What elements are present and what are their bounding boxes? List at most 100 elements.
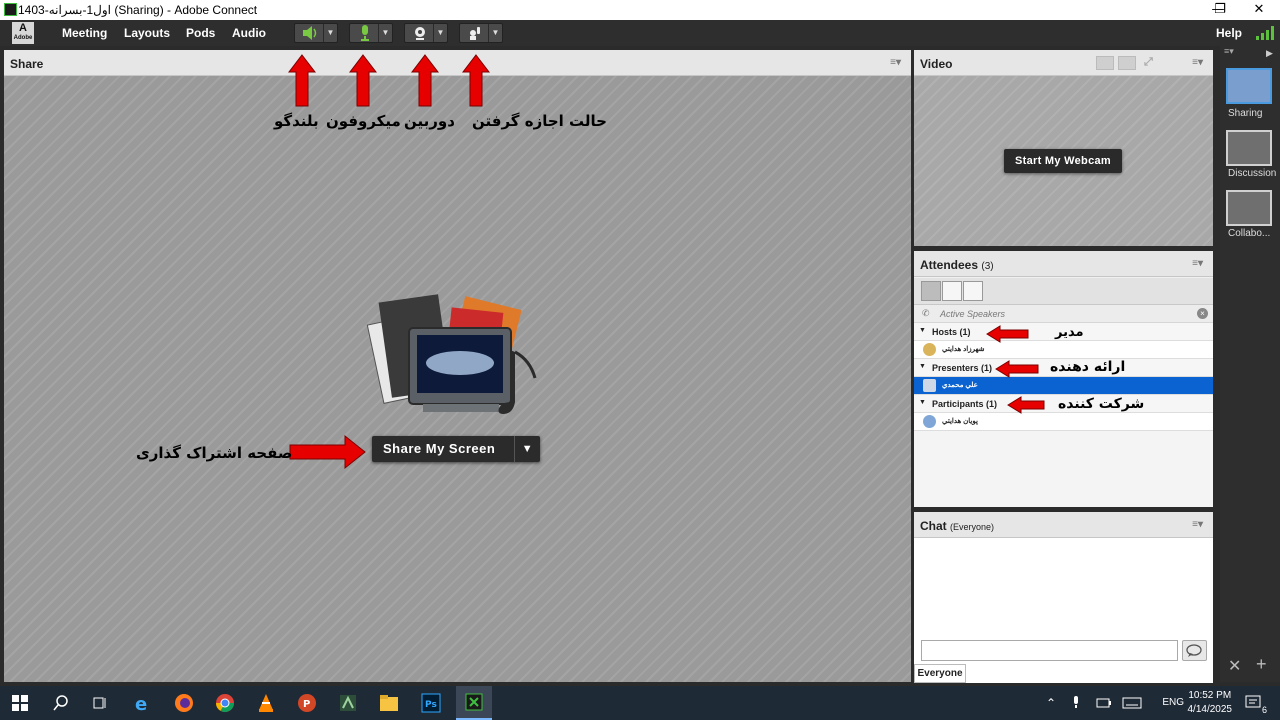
grid-view-icon[interactable] [1096,56,1114,70]
annotation-share-screen: صفحه اشتراک گذاری [136,444,293,462]
video-pod-header: Video ⤢ ≡▾ [914,50,1213,76]
raise-hand-status[interactable]: ▼ [459,23,503,43]
status-dropdown[interactable]: ▼ [488,24,502,42]
collapse-icon: ▼ [919,399,926,406]
pod-menu-icon[interactable]: ≡▾ [1192,519,1203,530]
microphone-toggle[interactable]: ▼ [349,23,393,43]
active-speakers-bar: ✆ Active Speakers × [914,305,1213,323]
window-title: اول1-بسرانه-1403 (Sharing) - Adobe Conne… [18,3,258,17]
attendee-host[interactable]: شهرزاد هدايتي [914,341,1213,359]
layout-collaboration[interactable] [1226,190,1272,226]
layout-discussion-label: Discussion [1228,168,1277,179]
attendee-participant[interactable]: پويان هدايتي [914,413,1213,431]
speaker-icon [299,26,321,40]
microphone-tray-icon[interactable] [1065,693,1087,713]
title-bar: اول1-بسرانه-1403 (Sharing) - Adobe Conne… [0,0,1280,20]
annotation-participant: شرکت کننده [1058,396,1145,412]
panel-menu-icon[interactable]: ≡▾ [1224,46,1234,57]
clock-time: 10:52 PM [1188,690,1232,701]
menu-audio[interactable]: Audio [232,26,266,40]
chrome-icon[interactable] [214,693,236,713]
close-icon[interactable]: × [1197,308,1208,319]
attendees-list: ✆ Active Speakers × ▼ Hosts (1) شهرزاد ه… [914,278,1213,507]
host-avatar-icon [923,343,936,356]
share-options-dropdown[interactable]: ▼ [514,436,540,462]
status-view-icon[interactable] [963,281,983,301]
layout-collaboration-label: Collabo... [1228,228,1271,239]
menu-meeting[interactable]: Meeting [62,26,107,40]
share-my-screen-button[interactable]: Share My Screen ▼ [372,436,540,462]
powerpoint-icon[interactable]: P [296,693,318,713]
participant-avatar-icon [923,415,936,428]
firefox-icon[interactable] [173,693,195,713]
task-view-icon[interactable] [89,693,111,713]
annotation-speaker: بلندگو [274,112,319,130]
pod-menu-icon[interactable]: ≡▾ [1192,57,1203,68]
chat-tab-everyone[interactable]: Everyone [914,664,966,683]
collapse-panel-icon[interactable]: ▶ [1266,48,1273,59]
input-language[interactable]: ENG [1162,697,1184,708]
layout-discussion[interactable] [1226,130,1272,166]
delete-layout-icon[interactable]: ✕ [1228,656,1241,676]
speaker-toggle[interactable]: ▼ [294,23,338,43]
attendees-pod-title: Attendees (3) [920,258,994,272]
list-view-icon[interactable] [921,281,941,301]
attendee-name: علي محمدي [942,382,978,389]
svg-text:e: e [135,694,147,713]
annotation-arrow-share [289,434,366,470]
photoshop-icon[interactable]: Ps [420,693,442,713]
layouts-panel: ≡▾ ▶ Sharing Discussion Collabo... ✕ + [1220,46,1280,682]
group-presenters-label: Presenters (1) [932,363,993,373]
menu-bar: A Adobe Meeting Layouts Pods Audio ▼ ▼ ▼ … [0,20,1280,46]
annotation-arrows-up [287,54,491,107]
collapse-icon: ▼ [919,363,926,370]
breakout-view-icon[interactable] [942,281,962,301]
send-message-button[interactable] [1182,640,1207,661]
menu-help[interactable]: Help [1216,26,1242,40]
internet-explorer-icon[interactable]: e [132,693,154,713]
add-layout-icon[interactable]: + [1256,654,1267,675]
maximize-button[interactable]: ❐ [1200,0,1240,20]
chat-message-input[interactable] [921,640,1178,661]
pod-menu-icon[interactable]: ≡▾ [890,57,901,68]
file-explorer-icon[interactable] [378,693,400,713]
fullscreen-icon[interactable]: ⤢ [1144,56,1158,70]
collapse-icon: ▼ [919,327,926,334]
single-view-icon[interactable] [1118,56,1136,70]
active-speakers-label: Active Speakers [940,309,1006,319]
microphone-dropdown[interactable]: ▼ [378,24,392,42]
layout-sharing[interactable] [1226,68,1272,104]
battery-icon[interactable] [1093,693,1115,713]
windows-start-icon[interactable] [9,693,31,713]
chat-bubble-icon [1186,644,1202,657]
search-icon[interactable] [50,693,72,713]
windows-taskbar: e P Ps ⌃ ENG 10:52 PM 4/14/2025 6 [0,686,1280,720]
system-clock[interactable]: 10:52 PM 4/14/2025 [1188,689,1233,717]
video-pod: Video ⤢ ≡▾ Start My Webcam [914,50,1213,246]
camera-dropdown[interactable]: ▼ [433,24,447,42]
presenter-avatar-icon [923,379,936,392]
camera-toggle[interactable]: ▼ [404,23,448,43]
chat-pod-title: Chat (Everyone) [920,519,995,533]
svg-text:P: P [303,699,310,710]
share-pod-title: Share [10,57,44,71]
menu-layouts[interactable]: Layouts [124,26,170,40]
annotation-camera: دوربین [404,112,455,130]
keyboard-icon[interactable] [1121,693,1143,713]
start-webcam-button[interactable]: Start My Webcam [1004,149,1122,173]
vlc-icon[interactable] [255,693,277,713]
adobe-connect-taskbar-icon[interactable] [456,686,492,720]
annotation-arrows-left [986,325,1045,414]
attendee-presenter[interactable]: علي محمدي [914,377,1213,395]
close-button[interactable]: ✕ [1239,0,1279,20]
show-hidden-icons-icon[interactable]: ⌃ [1040,693,1062,713]
pod-menu-icon[interactable]: ≡▾ [1192,258,1203,269]
clock-date: 4/14/2025 [1187,704,1233,715]
layout-sharing-label: Sharing [1228,108,1263,119]
attendees-pod-header: Attendees (3) ≡▾ [914,251,1213,277]
menu-pods[interactable]: Pods [186,26,215,40]
speaker-dropdown[interactable]: ▼ [323,24,337,42]
media-app-icon[interactable] [337,693,359,713]
attendee-name: پويان هدايتي [942,418,978,425]
notifications-icon[interactable]: 6 [1243,693,1267,715]
